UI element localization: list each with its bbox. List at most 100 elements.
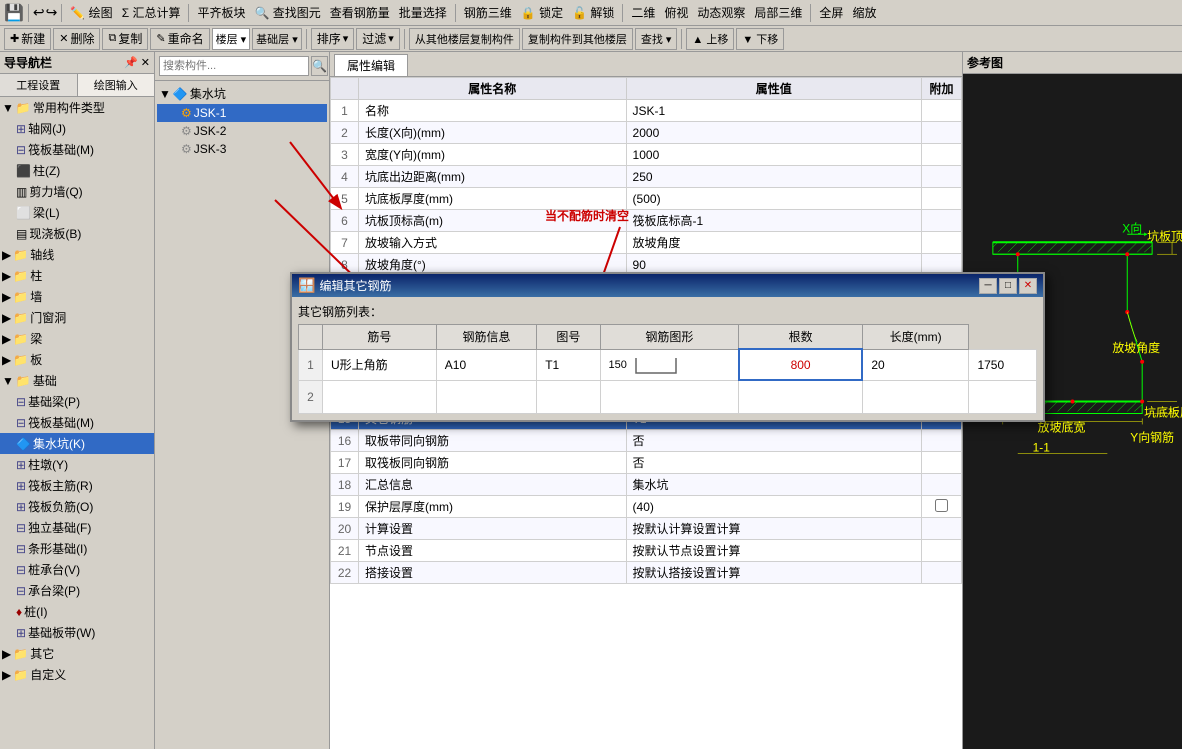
copy-btn[interactable]: ⧉ 复制 xyxy=(102,28,148,50)
tree-item-slab2[interactable]: ▶📁板 xyxy=(0,349,154,370)
prop-value-1[interactable]: JSK-1 xyxy=(626,100,921,122)
prop-value-7[interactable]: 放坡角度 xyxy=(626,232,921,254)
toolbar-icon-1[interactable]: 💾 xyxy=(4,3,24,23)
toolbar-find[interactable]: 🔍 查找图元 xyxy=(250,3,324,22)
prop-name-5[interactable]: 坑底板厚度(mm) xyxy=(359,188,627,210)
prop-extra-19[interactable] xyxy=(922,496,962,518)
tab-engineering[interactable]: 工程设置 xyxy=(0,74,78,96)
props-row-18[interactable]: 18 汇总信息 集水坑 xyxy=(331,474,962,496)
tree-item-pilebeam[interactable]: ⊟承台梁(P) xyxy=(0,580,154,601)
props-tab-edit[interactable]: 属性编辑 xyxy=(334,54,408,76)
prop-value-20[interactable]: 按默认计算设置计算 xyxy=(626,518,921,540)
props-row-22[interactable]: 22 搭接设置 按默认搭接设置计算 xyxy=(331,562,962,584)
delete-btn[interactable]: ✕ 删除 xyxy=(53,28,100,50)
tree-item-axisline[interactable]: ▶📁轴线 xyxy=(0,244,154,265)
tree-item-strip[interactable]: ⊟条形基础(I) xyxy=(0,538,154,559)
tree-item-raft[interactable]: ⊟筏板基础(M) xyxy=(0,139,154,160)
prop-value-18[interactable]: 集水坑 xyxy=(626,474,921,496)
search-button[interactable]: 🔍 xyxy=(311,56,328,76)
toolbar-view-rebar[interactable]: 查看钢筋量 xyxy=(326,3,394,22)
toolbar-calc[interactable]: Σ 汇总计算 xyxy=(118,3,185,22)
tree-item-column[interactable]: ⬛柱(Z) xyxy=(0,160,154,181)
prop-value-21[interactable]: 按默认节点设置计算 xyxy=(626,540,921,562)
prop-name-18[interactable]: 汇总信息 xyxy=(359,474,627,496)
dialog-cell-figno-1[interactable]: T1 xyxy=(537,349,600,380)
move-up-btn[interactable]: ▲ 上移 xyxy=(686,28,734,50)
prop-value-22[interactable]: 按默认搭接设置计算 xyxy=(626,562,921,584)
props-row-6[interactable]: 6 坑板顶标高(m) 筏板底标高-1 xyxy=(331,210,962,232)
tree-item-opening[interactable]: ▶📁门窗洞 xyxy=(0,307,154,328)
prop-value-19[interactable]: (40) xyxy=(626,496,921,518)
comp-item-jsk1[interactable]: ⚙ JSK-1 xyxy=(157,104,327,122)
props-row-17[interactable]: 17 取筏板同向钢筋 否 xyxy=(331,452,962,474)
tree-item-isolated[interactable]: ⊟独立基础(F) xyxy=(0,517,154,538)
tree-item-other[interactable]: ▶📁其它 xyxy=(0,643,154,664)
dialog-maximize[interactable]: □ xyxy=(999,278,1017,294)
toolbar-lock[interactable]: 🔒 锁定 xyxy=(517,3,567,22)
new-btn[interactable]: ✚ 新建 xyxy=(4,28,51,50)
tree-item-foundband[interactable]: ⊞基础板带(W) xyxy=(0,622,154,643)
move-down-btn[interactable]: ▼ 下移 xyxy=(736,28,784,50)
dialog-cell-length-1[interactable]: 1750 xyxy=(969,349,1037,380)
sidebar-pin-btn[interactable]: 📌 ✕ xyxy=(124,56,150,69)
props-row-3[interactable]: 3 宽度(Y向)(mm) 1000 xyxy=(331,144,962,166)
props-row-19[interactable]: 19 保护层厚度(mm) (40) xyxy=(331,496,962,518)
tree-item-capstone[interactable]: ⊞柱墩(Y) xyxy=(0,454,154,475)
props-row-2[interactable]: 2 长度(X向)(mm) 2000 xyxy=(331,122,962,144)
toolbar-unlock[interactable]: 🔓 解锁 xyxy=(568,3,618,22)
tree-item-beam2[interactable]: ▶📁梁 xyxy=(0,328,154,349)
comp-item-jsk2[interactable]: ⚙ JSK-2 xyxy=(157,122,327,140)
dialog-cell-shape-2[interactable] xyxy=(600,380,739,414)
tab-drawing[interactable]: 绘图输入 xyxy=(78,74,155,96)
tree-item-sump[interactable]: 🔷集水坑(K) xyxy=(0,433,154,454)
tree-item-pilecap[interactable]: ⊟桩承台(V) xyxy=(0,559,154,580)
props-row-4[interactable]: 4 坑底出边距离(mm) 250 xyxy=(331,166,962,188)
shape-value-input[interactable] xyxy=(766,358,836,372)
prop-value-4[interactable]: 250 xyxy=(626,166,921,188)
dialog-cell-active-val[interactable] xyxy=(739,349,863,380)
prop-name-16[interactable]: 取板带同向钢筋 xyxy=(359,430,627,452)
prop-name-4[interactable]: 坑底出边距离(mm) xyxy=(359,166,627,188)
tree-item-common[interactable]: ▼📁常用构件类型 xyxy=(0,97,154,118)
tree-item-mainrebar[interactable]: ⊞筏板主筋(R) xyxy=(0,475,154,496)
prop-name-21[interactable]: 节点设置 xyxy=(359,540,627,562)
toolbar-fullscreen[interactable]: 全屏 xyxy=(815,3,847,22)
filter-btn[interactable]: 过滤 ▾ xyxy=(356,28,400,50)
prop-value-17[interactable]: 否 xyxy=(626,452,921,474)
dialog-cell-figno-2[interactable] xyxy=(537,380,600,414)
prop-name-3[interactable]: 宽度(Y向)(mm) xyxy=(359,144,627,166)
sort-btn[interactable]: 排序 ▾ xyxy=(311,28,355,50)
prop-name-22[interactable]: 搭接设置 xyxy=(359,562,627,584)
prop-value-3[interactable]: 1000 xyxy=(626,144,921,166)
tree-item-fbeam[interactable]: ⊟基础梁(P) xyxy=(0,391,154,412)
toolbar-local3d[interactable]: 局部三维 xyxy=(750,3,806,22)
search-input[interactable] xyxy=(159,56,309,76)
comp-item-jsk3[interactable]: ⚙ JSK-3 xyxy=(157,140,327,158)
dialog-cell-info-1[interactable]: A10 xyxy=(436,349,536,380)
props-row-7[interactable]: 7 放坡输入方式 放坡角度 xyxy=(331,232,962,254)
tree-item-slab[interactable]: ▤现浇板(B) xyxy=(0,223,154,244)
props-row-20[interactable]: 20 计算设置 按默认计算设置计算 xyxy=(331,518,962,540)
tree-item-negrebar[interactable]: ⊞筏板负筋(O) xyxy=(0,496,154,517)
tree-item-raft2[interactable]: ⊟筏板基础(M) xyxy=(0,412,154,433)
prop-value-5[interactable]: (500) xyxy=(626,188,921,210)
rename-btn[interactable]: ✎ 重命名 xyxy=(150,28,209,50)
prop-value-6[interactable]: 筏板底标高-1 xyxy=(626,210,921,232)
prop-name-6[interactable]: 坑板顶标高(m) xyxy=(359,210,627,232)
props-row-21[interactable]: 21 节点设置 按默认节点设置计算 xyxy=(331,540,962,562)
dialog-cell-count-2[interactable] xyxy=(862,380,969,414)
tree-item-col[interactable]: ▶📁柱 xyxy=(0,265,154,286)
tree-item-beam[interactable]: ⬜梁(L) xyxy=(0,202,154,223)
copy-to-floor-btn[interactable]: 复制构件到其他楼层 xyxy=(522,28,633,50)
prop-name-7[interactable]: 放坡输入方式 xyxy=(359,232,627,254)
prop-name-19[interactable]: 保护层厚度(mm) xyxy=(359,496,627,518)
prop-name-2[interactable]: 长度(X向)(mm) xyxy=(359,122,627,144)
toolbar-zoom[interactable]: 缩放 xyxy=(848,3,880,22)
tree-item-axis[interactable]: ⊞轴网(J) xyxy=(0,118,154,139)
dialog-cell-active-2[interactable] xyxy=(739,380,863,414)
toolbar-draw[interactable]: ✏️ 绘图 xyxy=(66,3,116,22)
tree-item-pile[interactable]: ♦桩(I) xyxy=(0,601,154,622)
tree-item-shearwall[interactable]: ▥剪力墙(Q) xyxy=(0,181,154,202)
prop-value-2[interactable]: 2000 xyxy=(626,122,921,144)
toolbar-orbit[interactable]: 动态观察 xyxy=(693,3,749,22)
